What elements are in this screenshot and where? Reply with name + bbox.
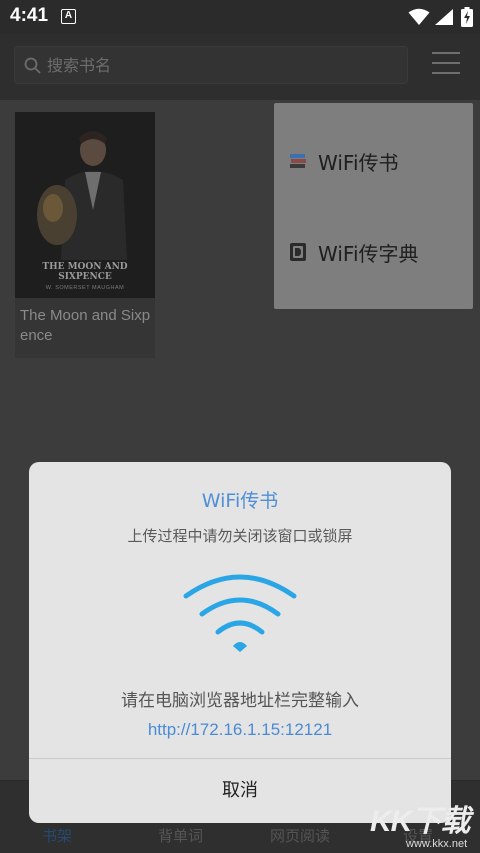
- dialog-instruction: 请在电脑浏览器地址栏完整输入: [121, 691, 359, 711]
- status-time: 4:41: [10, 5, 49, 26]
- book-card[interactable]: THE MOON AND SIXPENCE W. SOMERSET MAUGHA…: [15, 112, 155, 358]
- dialog-subtitle: 上传过程中请勿关闭该窗口或锁屏: [127, 527, 353, 545]
- books-stack-icon: [290, 154, 306, 168]
- watermark-url: www.kkx.net: [406, 838, 468, 850]
- popup-item-label: WiFi传字典: [318, 242, 419, 266]
- notification-badge-icon: A: [61, 9, 76, 24]
- popup-item-wifi-transfer-books[interactable]: WiFi传书: [274, 116, 473, 206]
- cover-portrait-image: [35, 120, 135, 260]
- book-title: The Moon and Sixpence: [20, 307, 151, 344]
- search-icon: [24, 57, 41, 74]
- watermark-logo: KK下载: [370, 805, 470, 838]
- cover-title: THE MOON AND SIXPENCE: [42, 262, 128, 282]
- wifi-icon: [183, 574, 297, 652]
- popup-item-wifi-transfer-dictionary[interactable]: WiFi传字典: [274, 207, 473, 297]
- search-header: [0, 34, 480, 100]
- nav-tab-web-reading[interactable]: 网页阅读: [270, 825, 330, 846]
- nav-tab-bookshelf[interactable]: 书架: [42, 825, 72, 846]
- signal-icon: [435, 9, 453, 25]
- book-cover[interactable]: THE MOON AND SIXPENCE W. SOMERSET MAUGHA…: [15, 112, 155, 298]
- wifi-icon: [408, 8, 430, 25]
- watermark: KK下载 www.kkx.net: [370, 796, 480, 853]
- nav-tab-vocabulary[interactable]: 背单词: [158, 825, 203, 846]
- wifi-transfer-dialog: WiFi传书 上传过程中请勿关闭该窗口或锁屏 请在电脑浏览器地址栏完整输入 ht…: [29, 462, 451, 823]
- dialog-title: WiFi传书: [201, 490, 279, 512]
- dictionary-icon: [290, 243, 306, 261]
- menu-icon[interactable]: [432, 50, 462, 78]
- search-box[interactable]: [14, 46, 408, 84]
- search-input[interactable]: [47, 47, 397, 83]
- popup-menu: WiFi传书 WiFi传字典: [274, 103, 473, 309]
- battery-charging-icon: [461, 7, 473, 27]
- popup-item-label: WiFi传书: [318, 151, 399, 175]
- cover-author: W. SOMERSET MAUGHAM: [45, 285, 125, 291]
- dialog-url[interactable]: http://172.16.1.15:12121: [29, 720, 451, 740]
- status-bar: 4:41 A: [0, 0, 480, 34]
